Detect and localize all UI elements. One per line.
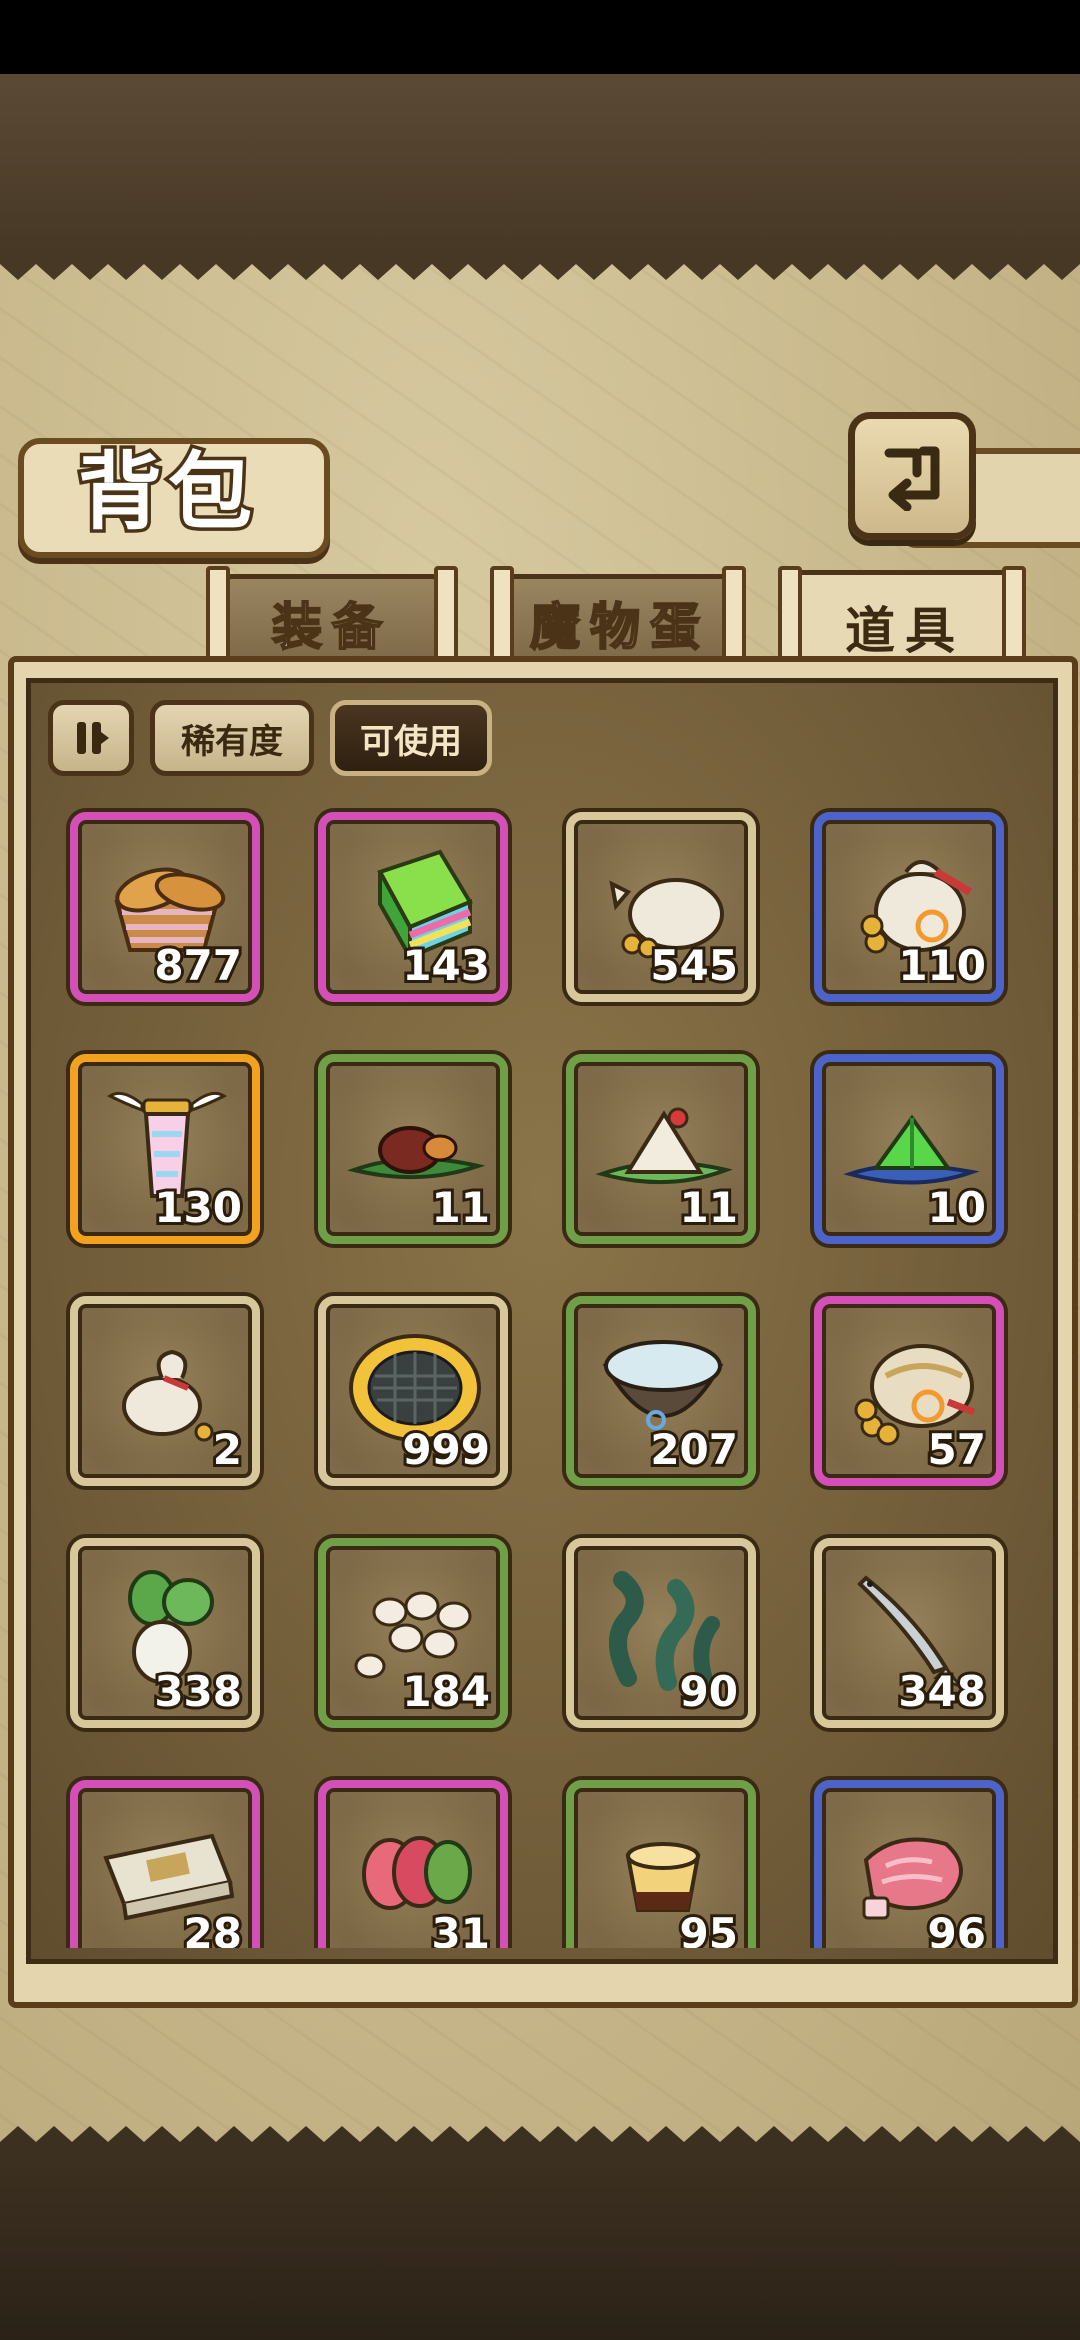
item-quantity: 348 [895, 1664, 989, 1719]
item-slot[interactable]: 545 [566, 812, 756, 1002]
item-quantity: 999 [399, 1422, 493, 1477]
zigzag-edge-top [0, 246, 1080, 280]
sort-order-icon [77, 722, 109, 754]
item-quantity: 10 [925, 1180, 990, 1235]
item-slot[interactable]: 143 [318, 812, 508, 1002]
page-title: 背包 [74, 439, 258, 545]
item-slot[interactable]: 130 [70, 1054, 260, 1244]
item-quantity: 143 [399, 938, 493, 993]
item-quantity: 95 [677, 1906, 742, 1948]
item-slot[interactable]: 11 [566, 1054, 756, 1244]
item-slot[interactable]: 348 [814, 1538, 1004, 1728]
item-slot[interactable]: 207 [566, 1296, 756, 1486]
item-quantity: 11 [429, 1180, 494, 1235]
item-quantity: 2 [210, 1422, 245, 1477]
item-quantity: 207 [647, 1422, 741, 1477]
back-button[interactable] [848, 412, 976, 540]
item-quantity: 130 [151, 1180, 245, 1235]
item-slot[interactable]: 96 [814, 1780, 1004, 1948]
item-slot[interactable]: 31 [318, 1780, 508, 1948]
sort-order-button[interactable] [48, 700, 134, 776]
item-quantity: 184 [399, 1664, 493, 1719]
item-grid: 877 143 545 110 130 11 11 10 2 999 207 5… [38, 790, 1038, 1948]
item-slot[interactable]: 28 [70, 1780, 260, 1948]
top-background [0, 74, 1080, 250]
item-slot[interactable]: 338 [70, 1538, 260, 1728]
item-quantity: 11 [677, 1180, 742, 1235]
zigzag-edge-bottom [0, 2126, 1080, 2160]
return-arrow-icon [884, 446, 940, 511]
item-quantity: 110 [895, 938, 989, 993]
item-slot[interactable]: 11 [318, 1054, 508, 1244]
usable-filter-button[interactable]: 可使用 [330, 700, 492, 776]
item-quantity: 338 [151, 1664, 245, 1719]
item-quantity: 877 [151, 938, 245, 993]
item-quantity: 28 [181, 1906, 246, 1948]
bottom-background [0, 2160, 1080, 2340]
item-quantity: 90 [677, 1664, 742, 1719]
item-slot[interactable]: 877 [70, 812, 260, 1002]
item-slot[interactable]: 57 [814, 1296, 1004, 1486]
item-quantity: 545 [647, 938, 741, 993]
item-slot[interactable]: 999 [318, 1296, 508, 1486]
item-quantity: 57 [925, 1422, 990, 1477]
item-slot[interactable]: 110 [814, 812, 1004, 1002]
item-slot[interactable]: 90 [566, 1538, 756, 1728]
item-quantity: 96 [925, 1906, 990, 1948]
item-slot[interactable]: 10 [814, 1054, 1004, 1244]
status-bar [0, 0, 1080, 74]
item-slot[interactable]: 95 [566, 1780, 756, 1948]
item-slot[interactable]: 2 [70, 1296, 260, 1486]
item-quantity: 31 [429, 1906, 494, 1948]
rarity-filter-button[interactable]: 稀有度 [150, 700, 314, 776]
item-slot[interactable]: 184 [318, 1538, 508, 1728]
